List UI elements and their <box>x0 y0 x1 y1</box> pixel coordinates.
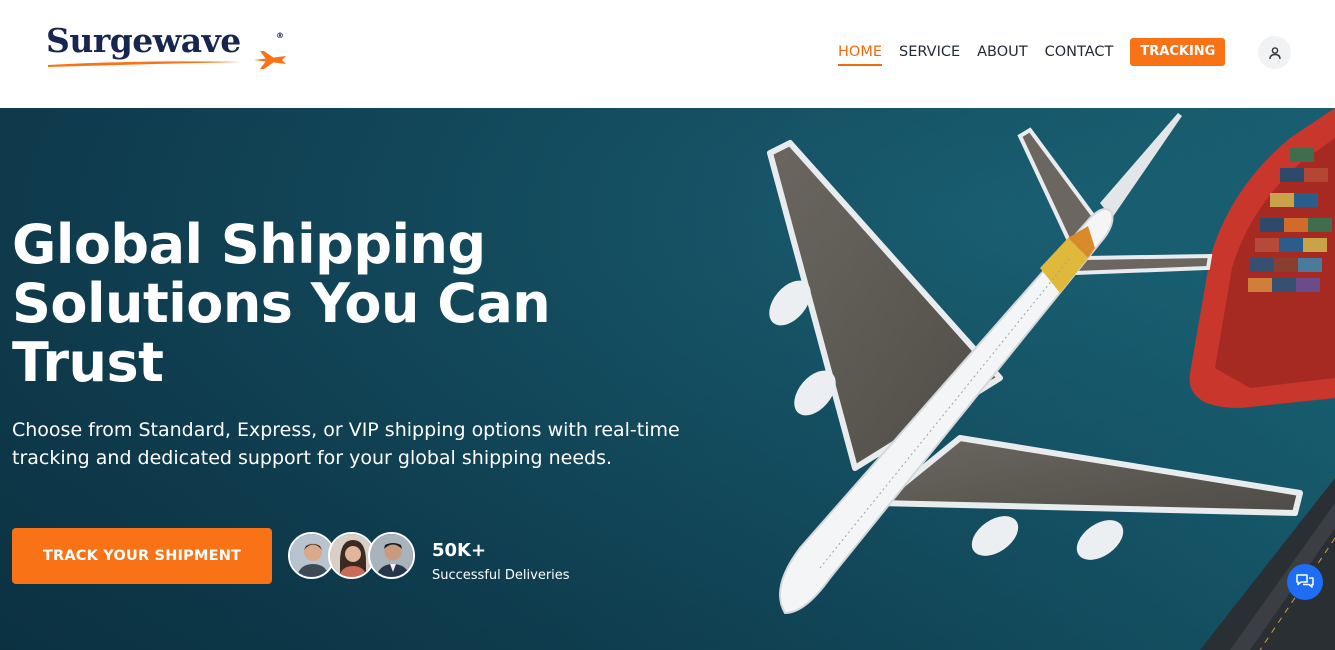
nav-about[interactable]: ABOUT <box>977 38 1028 66</box>
nav-service[interactable]: SERVICE <box>899 38 960 66</box>
hero-section: Global Shipping Solutions You Can Trust … <box>0 108 1335 650</box>
plane-icon <box>254 51 286 69</box>
logo-wordmark: Surgewave <box>46 21 241 60</box>
chat-icon <box>1296 574 1314 588</box>
logo-swoosh-icon <box>48 61 242 67</box>
site-header: Surgewave ® HOME SERVICE ABOUT CONTACT T… <box>0 0 1335 108</box>
hero-subtitle: Choose from Standard, Express, or VIP sh… <box>12 419 680 469</box>
chat-button[interactable] <box>1287 564 1323 600</box>
customer-avatars <box>288 532 418 580</box>
user-account-button[interactable] <box>1258 36 1291 69</box>
customer-avatar <box>368 532 415 579</box>
tracking-button[interactable]: TRACKING <box>1130 38 1226 66</box>
nav-contact[interactable]: CONTACT <box>1045 38 1114 66</box>
nav-home[interactable]: HOME <box>838 40 882 66</box>
surgewave-logo[interactable]: Surgewave ® <box>46 22 296 72</box>
deliveries-label: Successful Deliveries <box>432 568 570 583</box>
user-icon <box>1268 46 1281 59</box>
main-nav: HOME SERVICE ABOUT CONTACT TRACKING <box>838 38 1226 66</box>
hero-title: Global Shipping Solutions You Can Trust <box>12 213 551 394</box>
track-shipment-button[interactable]: TRACK YOUR SHIPMENT <box>12 528 272 584</box>
registered-mark: ® <box>276 31 284 40</box>
deliveries-count: 50K+ <box>432 540 487 561</box>
